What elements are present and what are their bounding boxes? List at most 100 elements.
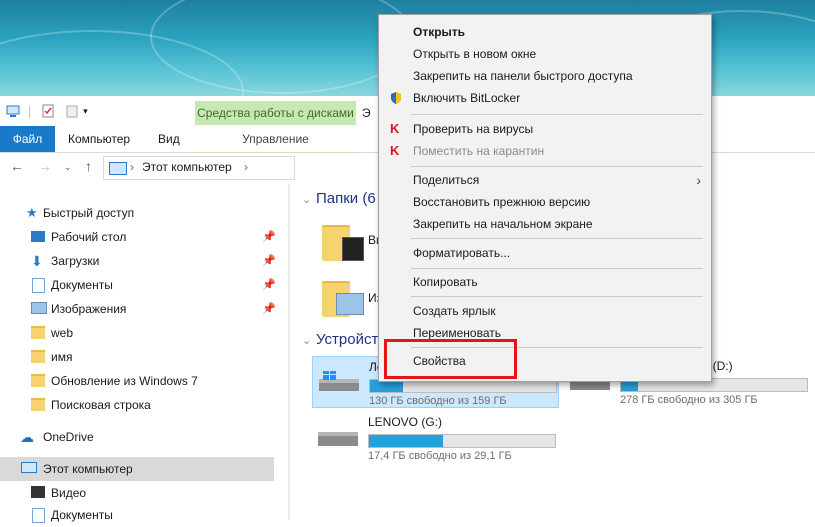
drive-name: LENOVO (G:) bbox=[368, 415, 443, 429]
navigation-pane: ★ Быстрый доступ Рабочий стол 📌 ⬇ Загруз… bbox=[0, 181, 290, 523]
collapse-chevron-icon[interactable]: ⌄ bbox=[302, 334, 311, 347]
menu-item-pin-start[interactable]: Закрепить на начальном экране bbox=[379, 213, 711, 235]
kaspersky-icon: K bbox=[390, 121, 400, 136]
sidebar-item-quick-access[interactable]: ★ Быстрый доступ bbox=[0, 201, 274, 225]
tab-computer[interactable]: Компьютер bbox=[68, 126, 130, 152]
menu-item-label: Копировать bbox=[413, 275, 478, 289]
tab-file[interactable]: Файл bbox=[0, 126, 55, 152]
back-arrow-icon[interactable]: ← bbox=[10, 158, 24, 174]
menu-item-bitlocker[interactable]: Включить BitLocker bbox=[379, 87, 711, 109]
sidebar-item-web[interactable]: web bbox=[0, 321, 274, 345]
forward-arrow-icon[interactable]: → bbox=[38, 158, 52, 174]
tab-manage[interactable]: Управление bbox=[195, 126, 356, 153]
menu-item-label: Закрепить на панели быстрого доступа bbox=[413, 69, 633, 83]
new-folder-icon[interactable] bbox=[65, 104, 79, 118]
menu-separator bbox=[411, 238, 703, 239]
menu-item-format[interactable]: Форматировать... bbox=[379, 242, 711, 264]
star-icon: ★ bbox=[26, 205, 38, 220]
video-icon bbox=[31, 486, 45, 498]
drive-free-space: 17,4 ГБ свободно из 29,1 ГБ bbox=[368, 450, 512, 462]
folder-icon bbox=[31, 350, 45, 363]
menu-item-restore-version[interactable]: Восстановить прежнюю версию bbox=[379, 191, 711, 213]
pin-icon[interactable]: 📌 bbox=[262, 225, 276, 249]
pin-icon[interactable]: 📌 bbox=[262, 297, 276, 321]
collapse-chevron-icon[interactable]: ⌄ bbox=[302, 193, 311, 206]
sidebar-item-search-bar[interactable]: Поисковая строка bbox=[0, 393, 274, 417]
sidebar-item-videos[interactable]: Видео bbox=[0, 481, 274, 505]
pin-icon[interactable]: 📌 bbox=[262, 273, 276, 297]
sidebar-item-label: имя bbox=[51, 350, 73, 364]
menu-item-label: Восстановить прежнюю версию bbox=[413, 195, 591, 209]
cloud-icon: ☁ bbox=[20, 429, 34, 445]
sidebar-item-label: Документы bbox=[51, 278, 113, 292]
download-icon: ⬇ bbox=[31, 253, 43, 269]
menu-item-label: Проверить на вирусы bbox=[413, 122, 534, 136]
shield-icon bbox=[391, 92, 401, 104]
sidebar-item-documents[interactable]: Документы 📌 bbox=[0, 273, 276, 297]
pin-icon[interactable]: 📌 bbox=[262, 249, 276, 273]
up-arrow-icon[interactable]: ↑ bbox=[85, 158, 92, 174]
properties-icon[interactable] bbox=[41, 104, 55, 118]
folder-icon bbox=[31, 398, 45, 411]
menu-item-label: Закрепить на начальном экране bbox=[413, 217, 593, 231]
sidebar-item-name[interactable]: имя bbox=[0, 345, 274, 369]
sidebar-item-pc-documents[interactable]: Документы bbox=[0, 503, 274, 527]
folder-video-icon[interactable] bbox=[322, 221, 364, 261]
computer-icon bbox=[109, 162, 127, 175]
menu-item-label: Форматировать... bbox=[413, 246, 511, 260]
tab-partial[interactable]: Э bbox=[362, 101, 371, 125]
sidebar-item-this-pc[interactable]: Этот компьютер bbox=[0, 457, 274, 481]
sidebar-item-label: Изображения bbox=[51, 302, 127, 316]
document-icon bbox=[32, 278, 45, 293]
sidebar-item-label: Загрузки bbox=[51, 254, 100, 268]
context-menu: Открыть Открыть в новом окне Закрепить н… bbox=[378, 14, 712, 382]
sidebar-item-label: Быстрый доступ bbox=[43, 206, 135, 220]
sidebar-item-pictures[interactable]: Изображения 📌 bbox=[0, 297, 276, 321]
menu-separator bbox=[411, 114, 703, 115]
customize-qat-icon[interactable]: ▾ bbox=[83, 106, 88, 117]
contextual-tab-header: Средства работы с дисками bbox=[195, 101, 356, 125]
usb-drive-icon bbox=[318, 432, 358, 446]
document-icon bbox=[32, 508, 45, 523]
sidebar-item-label: Обновление из Windows 7 bbox=[51, 374, 198, 388]
breadcrumb-separator[interactable]: › bbox=[244, 160, 248, 174]
breadcrumb-separator[interactable]: › bbox=[130, 160, 134, 174]
kaspersky-icon: K bbox=[390, 143, 400, 158]
address-bar[interactable]: › Этот компьютер › bbox=[103, 156, 295, 180]
desktop-icon bbox=[31, 231, 45, 242]
menu-item-label: Открыть в новом окне bbox=[413, 47, 537, 61]
menu-item-label: Поместить на карантин bbox=[413, 144, 545, 158]
folder-pictures-icon[interactable] bbox=[322, 277, 364, 317]
breadcrumb-this-pc[interactable]: Этот компьютер bbox=[142, 160, 232, 174]
menu-item-scan-virus[interactable]: K Проверить на вирусы bbox=[379, 118, 711, 140]
drive-g[interactable]: LENOVO (G:) 17,4 ГБ свободно из 29,1 ГБ bbox=[312, 412, 557, 462]
sidebar-item-label: Поисковая строка bbox=[51, 398, 151, 412]
menu-item-label: Включить BitLocker bbox=[413, 91, 521, 105]
pictures-icon bbox=[31, 302, 47, 314]
menu-item-pin-quick-access[interactable]: Закрепить на панели быстрого доступа bbox=[379, 65, 711, 87]
chevron-right-icon: › bbox=[696, 172, 701, 188]
computer-icon bbox=[21, 462, 37, 473]
menu-item-label: Открыть bbox=[413, 25, 466, 39]
drive-usage-fill bbox=[369, 435, 444, 447]
sidebar-item-label: web bbox=[51, 326, 74, 340]
tab-view[interactable]: Вид bbox=[158, 126, 180, 152]
menu-item-label: Поделиться bbox=[413, 173, 480, 187]
sidebar-item-desktop[interactable]: Рабочий стол 📌 bbox=[0, 225, 276, 249]
drive-free-space: 278 ГБ свободно из 305 ГБ bbox=[620, 394, 758, 406]
section-title-devices[interactable]: Устройст bbox=[316, 331, 378, 348]
section-title-folders[interactable]: Папки (6 bbox=[316, 190, 376, 207]
menu-item-copy[interactable]: Копировать bbox=[379, 271, 711, 293]
menu-item-share[interactable]: Поделиться › bbox=[379, 169, 711, 191]
sidebar-item-downloads[interactable]: ⬇ Загрузки 📌 bbox=[0, 249, 276, 273]
sidebar-item-label: Этот компьютер bbox=[43, 462, 133, 476]
menu-separator bbox=[411, 268, 703, 269]
menu-item-create-shortcut[interactable]: Создать ярлык bbox=[379, 300, 711, 322]
sidebar-item-update[interactable]: Обновление из Windows 7 bbox=[0, 369, 274, 393]
menu-item-open[interactable]: Открыть bbox=[379, 21, 711, 43]
sidebar-item-onedrive[interactable]: ☁ OneDrive bbox=[0, 425, 274, 449]
computer-icon[interactable] bbox=[6, 104, 20, 118]
recent-dropdown-icon[interactable]: ⌄ bbox=[64, 162, 72, 173]
menu-item-open-new-window[interactable]: Открыть в новом окне bbox=[379, 43, 711, 65]
sidebar-scrollbar[interactable] bbox=[288, 184, 290, 520]
